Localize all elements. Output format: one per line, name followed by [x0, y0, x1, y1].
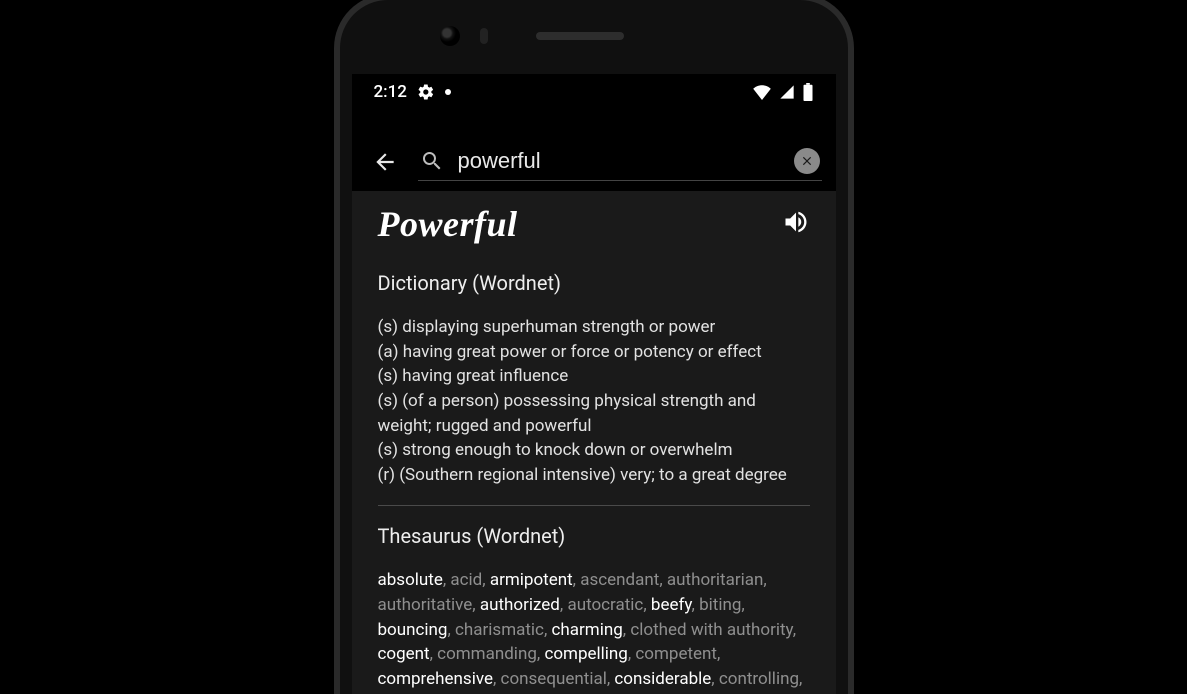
definition-entry: (s) (of a person) possessing physical st… [378, 389, 810, 438]
definition-entry: (s) displaying superhuman strength or po… [378, 315, 810, 340]
definition-list: (s) displaying superhuman strength or po… [378, 315, 810, 487]
status-right [752, 83, 814, 101]
wifi-icon [752, 84, 772, 100]
definition-entry: (s) having great influence [378, 364, 810, 389]
thesaurus-word[interactable]: compelling [544, 644, 627, 664]
battery-icon [802, 83, 814, 101]
dictionary-heading: Dictionary (Wordnet) [378, 271, 810, 295]
back-button[interactable] [366, 143, 404, 181]
thesaurus-list: absolute, acid, armipotent, ascendant, a… [378, 568, 810, 694]
clear-search-button[interactable] [794, 148, 820, 174]
phone-hardware [500, 26, 688, 46]
spacer [352, 110, 836, 132]
thesaurus-word[interactable]: beefy [651, 595, 692, 615]
definition-entry: (s) strong enough to knock down or overw… [378, 438, 810, 463]
speaker-icon [782, 208, 810, 236]
thesaurus-word[interactable]: competent [635, 644, 717, 664]
separator: , [493, 669, 501, 689]
status-left: 2:12 [374, 82, 451, 102]
divider [378, 505, 810, 506]
clock-text: 2:12 [374, 82, 407, 102]
separator: , [472, 595, 480, 615]
search-field-wrap [418, 142, 822, 181]
thesaurus-word[interactable]: absolute [378, 570, 443, 590]
thesaurus-word[interactable]: biting [699, 595, 741, 615]
separator: , [717, 644, 720, 664]
gear-icon [417, 83, 435, 101]
thesaurus-word[interactable]: considerable [614, 669, 711, 689]
thesaurus-word[interactable]: consequential [501, 669, 607, 689]
separator: , [447, 620, 455, 640]
thesaurus-word[interactable]: bouncing [378, 620, 448, 640]
separator: , [643, 595, 651, 615]
separator: , [482, 570, 490, 590]
thesaurus-word[interactable]: autocratic [567, 595, 643, 615]
back-arrow-icon [372, 149, 398, 175]
word-title: Powerful [378, 203, 518, 245]
thesaurus-word[interactable]: clothed with authority [630, 620, 792, 640]
thesaurus-word[interactable]: armipotent [490, 570, 573, 590]
search-icon [420, 149, 444, 173]
content-area[interactable]: Powerful Dictionary (Wordnet) (s) displa… [352, 191, 836, 694]
word-header-row: Powerful [378, 203, 810, 245]
separator: , [692, 595, 700, 615]
thesaurus-word[interactable]: acid [450, 570, 482, 590]
search-input[interactable] [458, 148, 780, 174]
thesaurus-word[interactable]: authorized [480, 595, 560, 615]
separator: , [793, 620, 796, 640]
thesaurus-word[interactable]: charismatic [455, 620, 544, 640]
definition-entry: (r) (Southern regional intensive) very; … [378, 463, 810, 488]
search-bar [352, 132, 836, 191]
thesaurus-word[interactable]: authoritative [378, 595, 473, 615]
separator: , [659, 570, 667, 590]
thesaurus-word[interactable]: charming [552, 620, 623, 640]
thesaurus-word[interactable]: comprehensive [378, 669, 493, 689]
pronounce-button[interactable] [782, 208, 810, 240]
notification-dot-icon [445, 89, 451, 95]
camera-lens [440, 26, 460, 46]
definition-entry: (a) having great power or force or poten… [378, 340, 810, 365]
separator: , [799, 669, 802, 689]
phone-frame: 2:12 Po [334, 0, 854, 694]
screen: 2:12 Po [352, 74, 836, 694]
thesaurus-word[interactable]: controlling [719, 669, 799, 689]
separator: , [544, 620, 552, 640]
close-icon [800, 154, 814, 168]
thesaurus-word[interactable]: authoritarian [667, 570, 763, 590]
speaker-grille [536, 32, 624, 40]
thesaurus-word[interactable]: commanding [437, 644, 537, 664]
separator: , [763, 570, 766, 590]
separator: , [711, 669, 719, 689]
thesaurus-heading: Thesaurus (Wordnet) [378, 524, 810, 548]
status-bar: 2:12 [352, 74, 836, 110]
thesaurus-word[interactable]: cogent [378, 644, 430, 664]
sensor-slit [480, 28, 488, 44]
signal-icon [778, 84, 796, 100]
separator: , [741, 595, 744, 615]
thesaurus-word[interactable]: ascendant [580, 570, 659, 590]
